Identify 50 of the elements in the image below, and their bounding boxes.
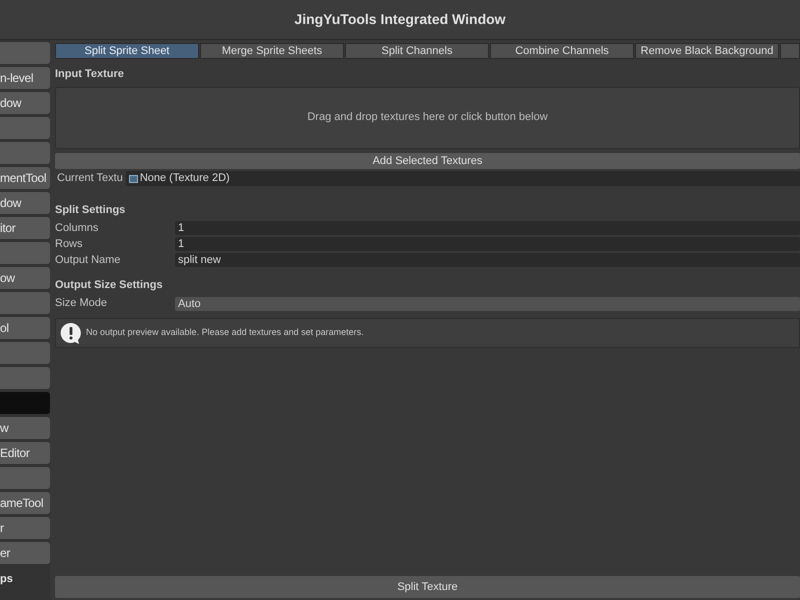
section-heading: Split Settings	[55, 202, 126, 218]
sidebar-item[interactable]: mentTool	[0, 167, 50, 189]
field-label: Output Name	[55, 252, 122, 268]
dropdown[interactable]: Auto	[175, 296, 800, 310]
tab[interactable]: Split Channels	[345, 43, 489, 59]
sidebar-item[interactable]: itor	[0, 217, 50, 239]
input-field[interactable]: split new	[175, 253, 800, 267]
add-textures-button[interactable]: Add Selected Textures	[55, 152, 800, 168]
section-heading: Output Size Settings	[55, 278, 164, 293]
sidebar-item[interactable]	[0, 292, 50, 314]
object-value: None (Texture 2D)	[140, 171, 230, 186]
sidebar-item[interactable]: w	[0, 417, 50, 439]
sidebar-label: ps	[0, 572, 14, 587]
sidebar-item[interactable]: ameTool	[0, 492, 50, 514]
tab[interactable]: Combine Channels	[490, 43, 634, 59]
drop-zone[interactable]: Drag and drop textures here or click button below	[55, 86, 800, 148]
sidebar-item[interactable]	[0, 42, 50, 64]
tab[interactable]: Remove Black Background	[635, 43, 779, 59]
object-field[interactable]: None (Texture 2D)	[126, 171, 800, 186]
input-field[interactable]: 1	[175, 237, 800, 251]
sidebar-item[interactable]	[0, 342, 50, 364]
sidebar-item[interactable]: r	[0, 517, 50, 539]
window-title: JingYuTools Integrated Window	[294, 10, 506, 29]
warning-icon	[60, 322, 82, 344]
field-label: Columns	[55, 220, 100, 236]
tab[interactable]: Split Sprite Sheet	[55, 43, 199, 59]
sidebar-item[interactable]	[0, 142, 50, 164]
sidebar-item[interactable]	[0, 392, 50, 414]
sidebar-item[interactable]: Editor	[0, 442, 50, 464]
tab[interactable]	[780, 43, 800, 59]
sidebar-item[interactable]: dow	[0, 92, 50, 114]
tab[interactable]: Merge Sprite Sheets	[200, 43, 344, 59]
sidebar-item[interactable]: ow	[0, 267, 50, 289]
sidebar-item[interactable]	[0, 117, 50, 139]
drop-zone-text: Drag and drop textures here or click button below	[307, 110, 548, 126]
image-icon	[128, 174, 138, 182]
input-field[interactable]: 1	[175, 221, 800, 235]
message-text: No output preview available. Please add textures and set parameters.	[86, 326, 364, 339]
sidebar-item[interactable]	[0, 467, 50, 489]
sidebar-item[interactable]: ol	[0, 317, 50, 339]
field-label: Rows	[55, 236, 84, 252]
sidebar-item[interactable]: er	[0, 542, 50, 564]
section-heading: Input Texture	[55, 67, 125, 82]
sidebar-item[interactable]: dow	[0, 192, 50, 214]
sidebar-item[interactable]	[0, 367, 50, 389]
field-label: Size Mode	[55, 296, 108, 312]
sidebar-item[interactable]	[0, 242, 50, 264]
field-label: Current Textu	[56, 171, 124, 186]
split-texture-button[interactable]: Split Texture	[55, 576, 800, 598]
sidebar-item[interactable]: n-level	[0, 67, 50, 89]
